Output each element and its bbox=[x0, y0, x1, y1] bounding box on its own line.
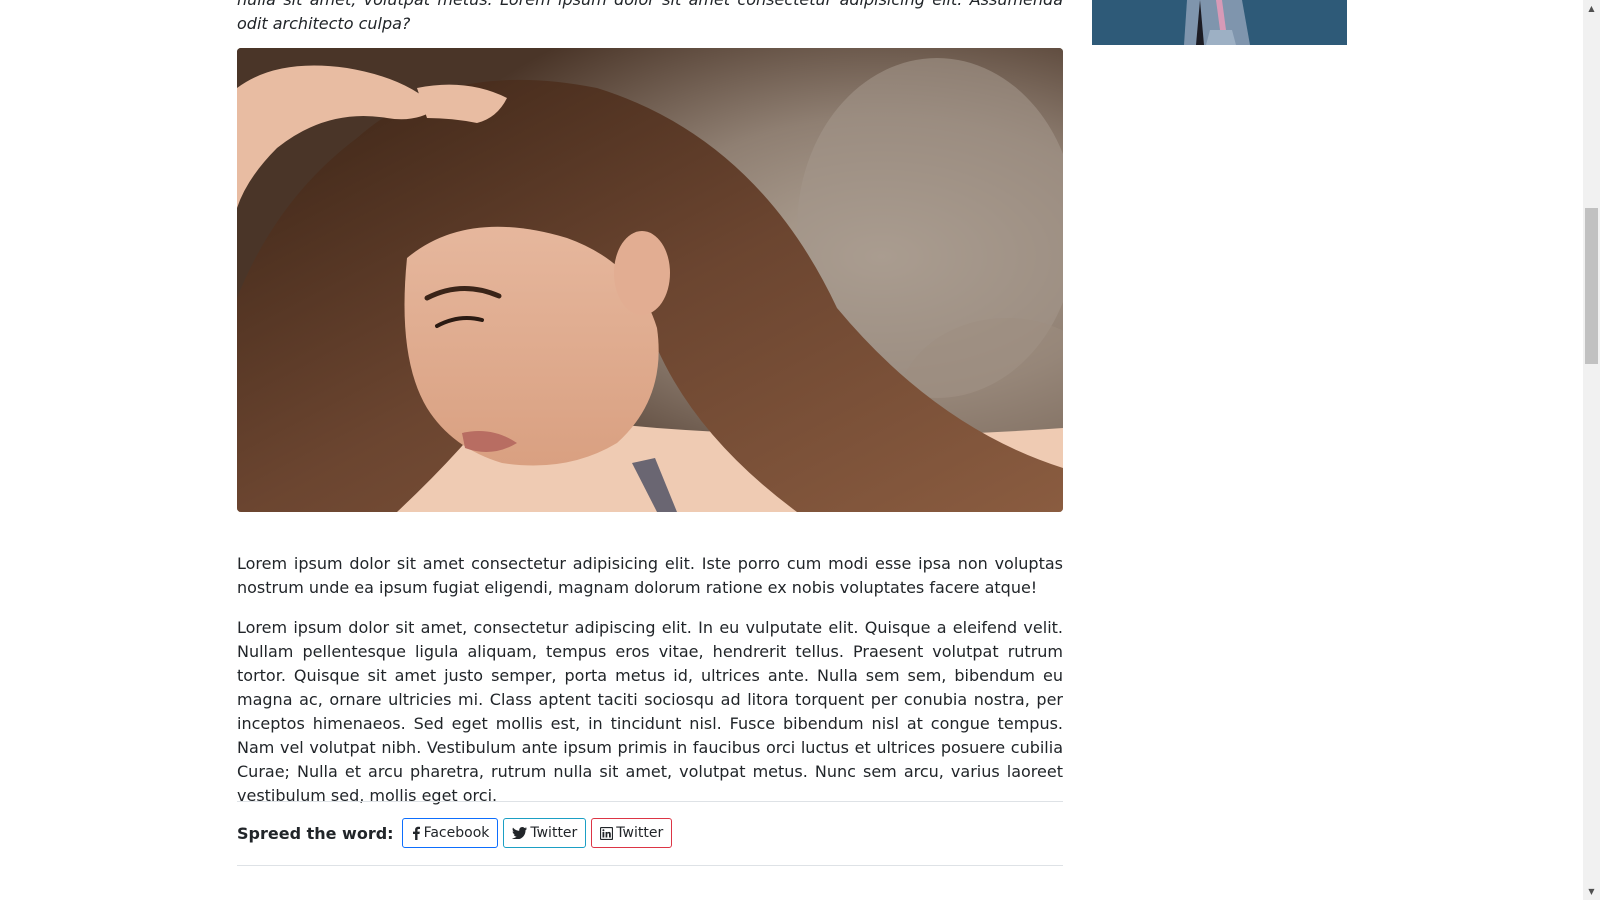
share-divider-bottom bbox=[237, 865, 1063, 866]
page-scrollbar[interactable]: ▲ ▼ bbox=[1583, 0, 1600, 900]
hero-image bbox=[237, 48, 1063, 512]
scrollbar-thumb[interactable] bbox=[1585, 208, 1598, 364]
facebook-icon bbox=[411, 826, 421, 840]
twitter-icon bbox=[512, 827, 528, 839]
linkedin-share-button[interactable]: Twitter bbox=[591, 818, 673, 848]
scroll-up-arrow-icon[interactable]: ▲ bbox=[1583, 0, 1600, 17]
linkedin-icon bbox=[600, 826, 614, 840]
facebook-share-label: Facebook bbox=[423, 825, 490, 841]
linkedin-share-label: Twitter bbox=[616, 825, 664, 841]
article-paragraph-2: Lorem ipsum dolor sit amet, consectetur … bbox=[237, 618, 1063, 805]
portrait-photo bbox=[237, 48, 1063, 512]
twitter-share-button[interactable]: Twitter bbox=[503, 818, 587, 848]
share-label: Spreed the word: bbox=[237, 823, 394, 843]
article-paragraph-1: Lorem ipsum dolor sit amet consectetur a… bbox=[237, 554, 1063, 597]
share-divider-top bbox=[237, 801, 1063, 802]
facebook-share-button[interactable]: Facebook bbox=[401, 818, 499, 848]
twitter-share-label: Twitter bbox=[530, 825, 578, 841]
scroll-down-arrow-icon[interactable]: ▼ bbox=[1583, 883, 1600, 900]
share-bar: Spreed the word: Facebook Twitter Twitte… bbox=[237, 817, 677, 849]
intro-text: nulla sit amet, volutpat metus. Lorem ip… bbox=[237, 0, 1063, 33]
sidebar-thumbnail[interactable] bbox=[1092, 0, 1347, 45]
fashion-photo bbox=[1092, 0, 1347, 45]
